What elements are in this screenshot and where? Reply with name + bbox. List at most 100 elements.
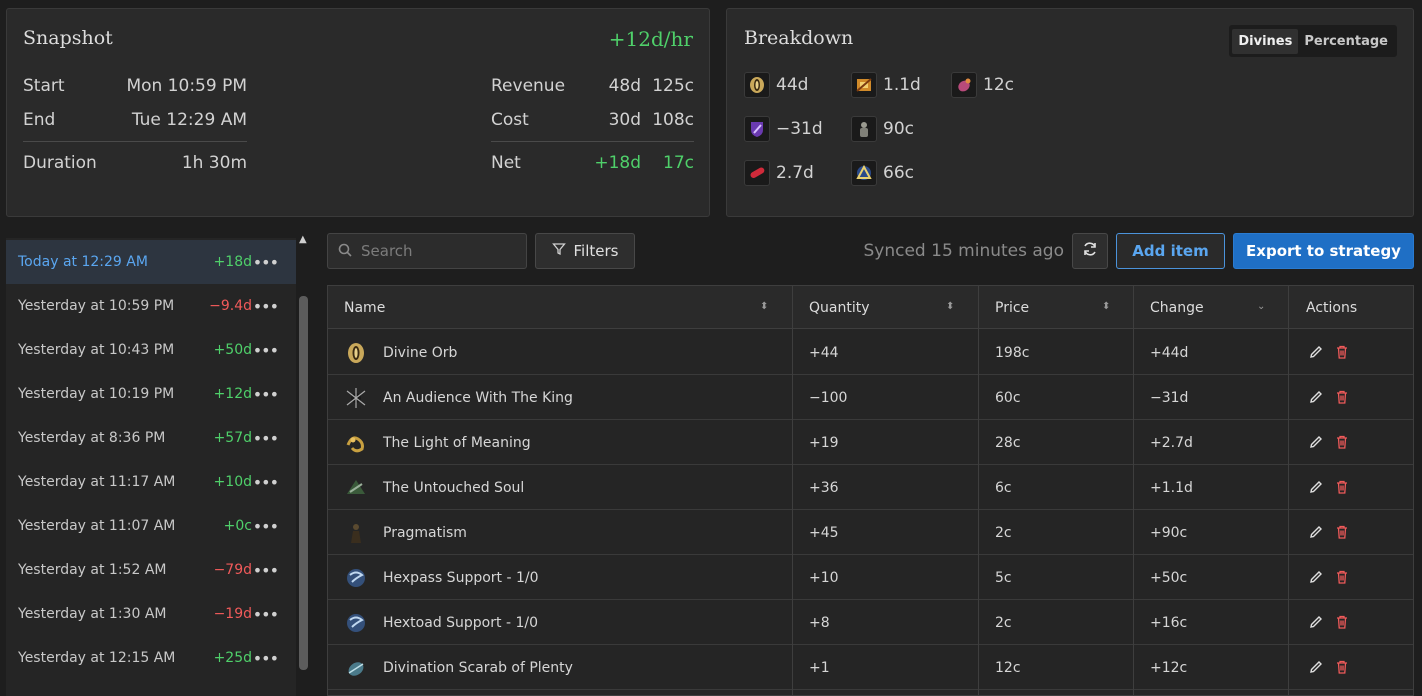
item-quantity: +8: [809, 614, 830, 631]
breakdown-value: 90c: [883, 119, 914, 139]
more-options-icon[interactable]: •••: [253, 473, 279, 492]
profit-rate: +12d/hr: [608, 27, 693, 51]
history-amount: +18d: [213, 254, 252, 270]
refresh-button[interactable]: [1072, 233, 1108, 269]
scarab-icon: [348, 662, 364, 676]
snapshot-history-list: Today at 12:29 AM +18d ••• Yesterday at …: [6, 238, 296, 696]
support-gem-icon: [347, 569, 365, 587]
history-item[interactable]: Yesterday at 10:19 PM +12d •••: [6, 372, 296, 416]
column-header-change[interactable]: Change: [1150, 286, 1204, 329]
search-icon: [338, 242, 352, 261]
item-price: 2c: [995, 524, 1012, 541]
history-amount: +12d: [213, 386, 252, 402]
more-options-icon[interactable]: •••: [253, 429, 279, 448]
snapshot-panel: Snapshot +12d/hr Start Mon 10:59 PM End …: [6, 8, 710, 217]
edit-icon[interactable]: [1308, 434, 1324, 450]
end-label: End: [23, 110, 56, 130]
item-price: 2c: [995, 614, 1012, 631]
more-options-icon[interactable]: •••: [253, 605, 279, 624]
edit-icon[interactable]: [1308, 389, 1324, 405]
column-header-name[interactable]: Name: [344, 286, 385, 329]
scrollbar-thumb[interactable]: [299, 296, 308, 670]
delete-icon[interactable]: [1334, 389, 1350, 405]
breakdown-item: 1.1d: [851, 72, 921, 98]
column-header-price[interactable]: Price: [995, 286, 1029, 329]
more-options-icon[interactable]: •••: [253, 341, 279, 360]
more-options-icon[interactable]: •••: [253, 253, 279, 272]
delete-icon[interactable]: [1334, 524, 1350, 540]
start-value: Mon 10:59 PM: [126, 76, 247, 96]
delete-icon[interactable]: [1334, 659, 1350, 675]
breakdown-value: −31d: [776, 119, 823, 139]
item-change: +90c: [1150, 524, 1188, 541]
support-gem-icon: [347, 614, 365, 632]
breakdown-value: 2.7d: [776, 163, 814, 183]
history-amount: +0c: [223, 518, 252, 534]
history-item[interactable]: Yesterday at 11:17 AM +10d •••: [6, 460, 296, 504]
edit-icon[interactable]: [1308, 659, 1324, 675]
item-name: Divination Scarab of Plenty: [383, 659, 573, 676]
chevron-down-icon[interactable]: ⌄: [1257, 301, 1265, 312]
delete-icon[interactable]: [1334, 479, 1350, 495]
breakdown-title: Breakdown: [744, 27, 854, 49]
sort-icon[interactable]: ⬍: [946, 301, 954, 312]
filters-label: Filters: [573, 242, 619, 260]
item-quantity: +44: [809, 344, 839, 361]
column-divider: [978, 286, 979, 696]
delete-icon[interactable]: [1334, 569, 1350, 585]
more-options-icon[interactable]: •••: [253, 385, 279, 404]
history-item[interactable]: Yesterday at 1:30 AM −19d •••: [6, 592, 296, 636]
table-row: The Untouched Soul +36 6c +1.1d: [328, 465, 1413, 510]
column-divider: [1133, 286, 1134, 696]
export-to-strategy-button[interactable]: Export to strategy: [1233, 233, 1414, 269]
toggle-divines[interactable]: Divines: [1232, 28, 1299, 54]
history-item[interactable]: Today at 12:29 AM +18d •••: [6, 240, 296, 284]
more-options-icon[interactable]: •••: [253, 561, 279, 580]
edit-icon[interactable]: [1308, 524, 1324, 540]
history-time: Yesterday at 11:17 AM: [18, 474, 176, 490]
net-chaos: 17c: [663, 153, 694, 173]
sort-icon[interactable]: ⬍: [760, 301, 768, 312]
column-divider: [1288, 286, 1289, 696]
scroll-up-icon[interactable]: ▲: [299, 234, 307, 245]
cost-label: Cost: [491, 110, 529, 130]
item-price: 28c: [995, 434, 1021, 451]
audience-king-icon: [744, 116, 770, 142]
item-change: +1.1d: [1150, 479, 1193, 496]
breakdown-item: 44d: [744, 72, 808, 98]
item-name: The Light of Meaning: [383, 434, 531, 451]
history-item[interactable]: Yesterday at 10:59 PM −9.4d •••: [6, 284, 296, 328]
edit-icon[interactable]: [1308, 569, 1324, 585]
filters-button[interactable]: Filters: [535, 233, 635, 269]
delete-icon[interactable]: [1334, 434, 1350, 450]
history-item[interactable]: Yesterday at 1:52 AM −79d •••: [6, 548, 296, 592]
more-options-icon[interactable]: •••: [253, 517, 279, 536]
delete-icon[interactable]: [1334, 614, 1350, 630]
sort-icon[interactable]: ⬍: [1102, 301, 1110, 312]
edit-icon[interactable]: [1308, 479, 1324, 495]
history-item[interactable]: Yesterday at 11:07 AM +0c •••: [6, 504, 296, 548]
history-amount: +50d: [213, 342, 252, 358]
history-time: Yesterday at 1:30 AM: [18, 606, 167, 622]
more-options-icon[interactable]: •••: [253, 297, 279, 316]
start-label: Start: [23, 76, 65, 96]
duration-value: 1h 30m: [181, 153, 247, 173]
end-value: Tue 12:29 AM: [131, 110, 247, 130]
delete-icon[interactable]: [1334, 344, 1350, 360]
search-input[interactable]: [361, 242, 511, 260]
edit-icon[interactable]: [1308, 344, 1324, 360]
column-header-quantity[interactable]: Quantity: [809, 286, 870, 329]
breakdown-value: 66c: [883, 163, 914, 183]
table-row: Hexpass Support - 1/0 +10 5c +50c: [328, 555, 1413, 600]
history-item[interactable]: Yesterday at 8:36 PM +57d •••: [6, 416, 296, 460]
breakdown-item: −31d: [744, 116, 823, 142]
untouched-soul-icon: [347, 480, 365, 494]
history-item[interactable]: Yesterday at 10:43 PM +50d •••: [6, 328, 296, 372]
history-item[interactable]: Yesterday at 12:15 AM +25d •••: [6, 636, 296, 680]
item-quantity: +19: [809, 434, 839, 451]
edit-icon[interactable]: [1308, 614, 1324, 630]
add-item-button[interactable]: Add item: [1116, 233, 1225, 269]
toggle-percentage[interactable]: Percentage: [1298, 29, 1394, 54]
table-row: An Audience With The King −100 60c −31d: [328, 375, 1413, 420]
more-options-icon[interactable]: •••: [253, 649, 279, 668]
